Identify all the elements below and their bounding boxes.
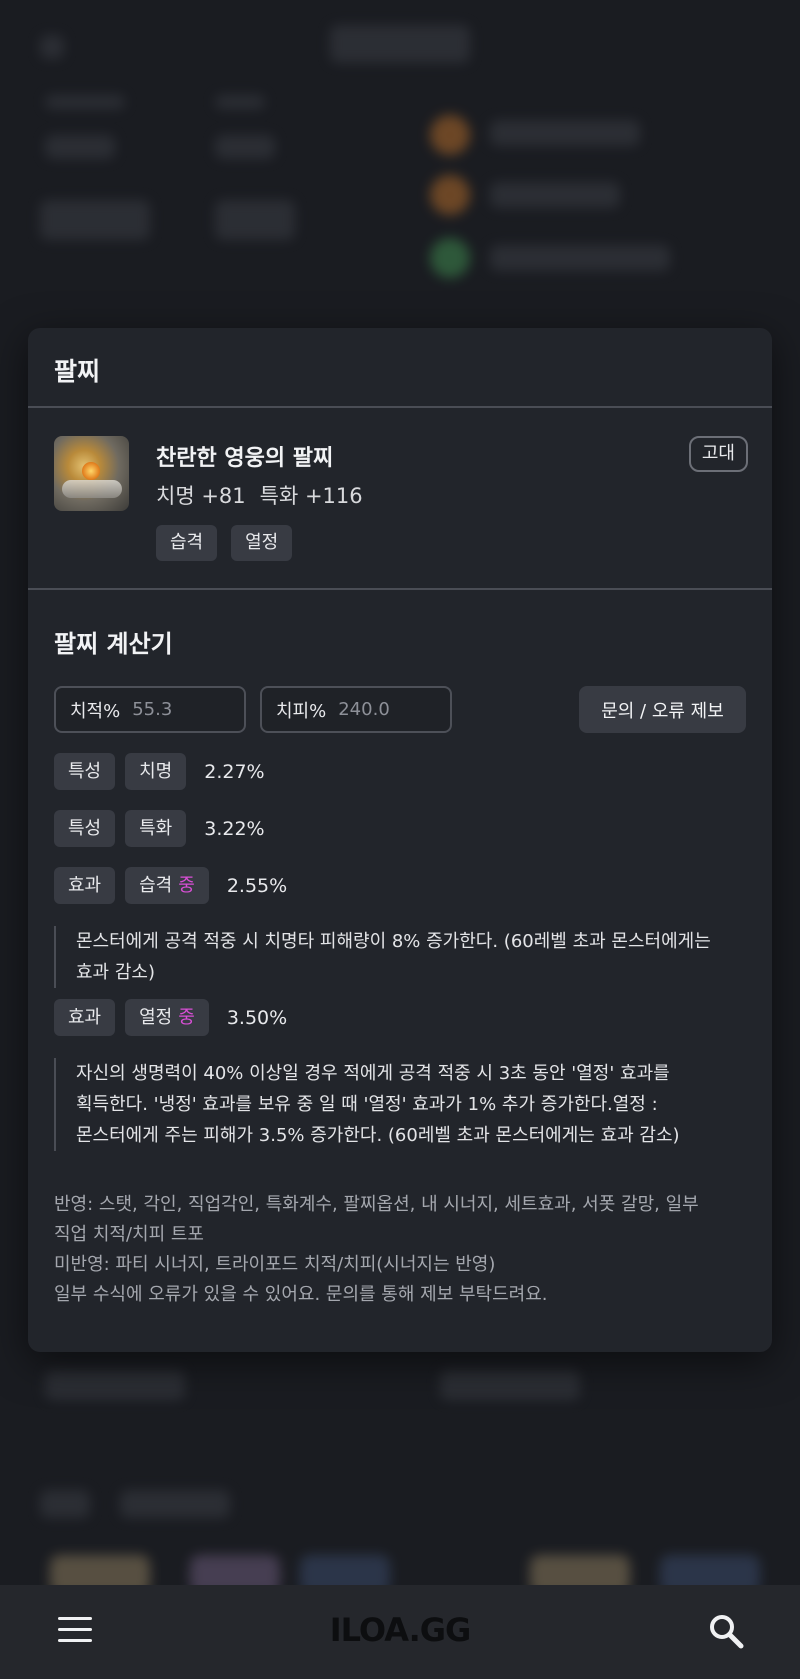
effect-description: 자신의 생명력이 40% 이상일 경우 적에게 공격 적중 시 3초 동안 '열… [54, 1058, 744, 1151]
crit-damage-input[interactable]: 치피% 240.0 [260, 686, 452, 733]
footnote-line: 미반영: 파티 시너지, 트라이포드 치적/치피(시너지는 반영) [54, 1254, 496, 1275]
row-tier: 중 [178, 1007, 195, 1028]
description-line: 몬스터에게 주는 피해가 3.5% 증가한다. (60레벨 초과 몬스터에게는 … [76, 1125, 680, 1146]
result-row: 특성 치명 2.27% [54, 753, 265, 790]
item-tag: 습격 [156, 525, 218, 561]
description-line: 효과 감소) [76, 962, 155, 983]
result-row: 특성 특화 3.22% [54, 810, 265, 847]
item-tag: 열정 [231, 525, 293, 561]
report-button[interactable]: 문의 / 오류 제보 [579, 686, 746, 733]
site-logo[interactable]: ILOA.GG [0, 1611, 800, 1649]
effect-description: 몬스터에게 공격 적중 시 치명타 피해량이 8% 증가한다. (60레벨 초과… [54, 926, 744, 988]
search-icon[interactable] [706, 1611, 746, 1651]
footnote-line: 반영: 스탯, 각인, 직업각인, 특화계수, 팔찌옵션, 내 시너지, 세트효… [54, 1194, 699, 1215]
item-stat-spec: 특화 +116 [259, 484, 363, 508]
modal-title: 팔찌 [28, 328, 772, 408]
row-type-chip: 특성 [54, 810, 116, 847]
row-tier: 중 [178, 875, 195, 896]
description-line: 자신의 생명력이 40% 이상일 경우 적에게 공격 적중 시 3초 동안 '열… [76, 1063, 670, 1084]
footnote-line: 일부 수식에 오류가 있을 수 있어요. 문의를 통해 제보 부탁드려요. [54, 1284, 548, 1305]
row-name-chip: 특화 [125, 810, 187, 847]
row-name-chip: 습격 중 [125, 867, 209, 904]
item-name: 찬란한 영웅의 팔찌 [156, 446, 334, 471]
row-type-chip: 효과 [54, 999, 116, 1036]
result-row: 효과 습격 중 2.55% [54, 867, 287, 904]
item-tags: 습격 열정 [156, 525, 293, 561]
bottom-nav-bar: ILOA.GG [0, 1585, 800, 1679]
calculator-title: 팔찌 계산기 [54, 630, 173, 658]
row-type-chip: 특성 [54, 753, 116, 790]
row-percent: 3.22% [204, 817, 265, 840]
row-percent: 3.50% [226, 1006, 288, 1029]
result-row: 효과 열정 중 3.50% [54, 999, 287, 1036]
description-line: 획득한다. '냉정' 효과를 보유 중 일 때 '열정' 효과가 1% 추가 증… [76, 1094, 658, 1115]
crit-rate-input[interactable]: 치적% 55.3 [54, 686, 246, 733]
item-stat-crit: 치명 +81 [156, 484, 246, 508]
calculation-footnote: 반영: 스탯, 각인, 직업각인, 특화계수, 팔찌옵션, 내 시너지, 세트효… [54, 1190, 744, 1310]
crit-damage-label: 치피% [276, 700, 327, 722]
row-name: 열정 [139, 1007, 173, 1028]
row-name-chip: 열정 중 [125, 999, 209, 1036]
row-percent: 2.55% [226, 874, 288, 897]
item-stats: 치명 +81 특화 +116 [156, 480, 363, 510]
description-line: 몬스터에게 공격 적중 시 치명타 피해량이 8% 증가한다. (60레벨 초과… [76, 931, 711, 952]
footnote-line: 직업 치적/치피 트포 [54, 1224, 204, 1245]
crit-rate-value: 55.3 [132, 699, 173, 720]
bracelet-item-icon [54, 436, 129, 511]
row-name-chip: 치명 [125, 753, 187, 790]
item-card: 찬란한 영웅의 팔찌 치명 +81 특화 +116 습격 열정 고대 [28, 408, 772, 590]
row-percent: 2.27% [204, 760, 265, 783]
crit-rate-label: 치적% [70, 700, 121, 722]
bracelet-modal: 팔찌 찬란한 영웅의 팔찌 치명 +81 특화 +116 습격 열정 고대 팔찌… [28, 328, 772, 1352]
row-type-chip: 효과 [54, 867, 116, 904]
grade-badge: 고대 [688, 436, 748, 472]
row-name: 습격 [139, 875, 173, 896]
crit-damage-value: 240.0 [338, 699, 390, 720]
